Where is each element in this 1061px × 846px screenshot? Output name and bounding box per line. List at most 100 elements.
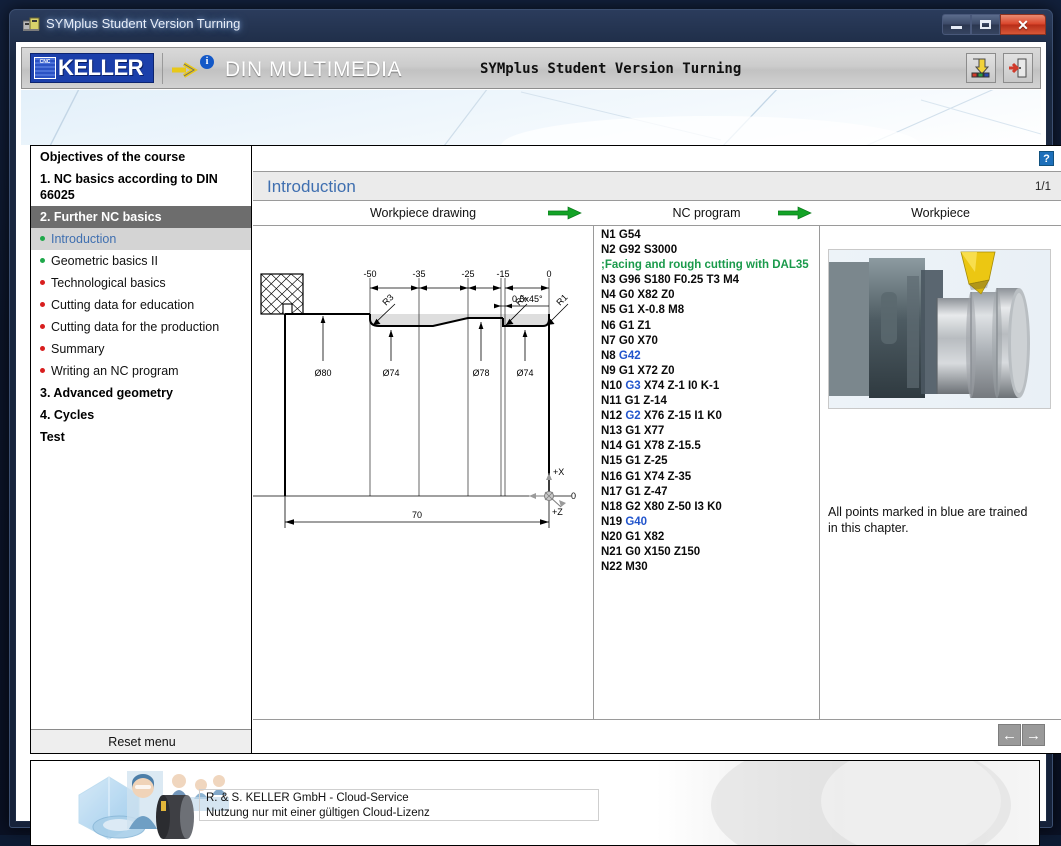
dim-z-2: -35 (412, 269, 425, 279)
footer-line-2: Nutzung nur mit einer gültigen Cloud-Liz… (206, 806, 592, 821)
sidebar-item-10[interactable]: 3. Advanced geometry (31, 382, 251, 404)
page-header: Introduction 1/1 (253, 171, 1061, 201)
dim-z-5: 0 (546, 269, 551, 279)
nc-line-number: N17 (601, 486, 622, 498)
product-title: SYMplus Student Version Turning (480, 61, 741, 77)
nc-line-number: N7 (601, 335, 616, 347)
nc-line-number: N16 (601, 471, 622, 483)
minimize-icon (951, 26, 962, 29)
sidebar-section-2[interactable]: 2. Further NC basics (31, 206, 251, 228)
nc-comment: ;Facing and rough cutting with DAL35 (601, 259, 809, 271)
cnc-badge-icon: CNC (34, 57, 56, 79)
window-controls: ✕ (942, 14, 1046, 35)
sidebar-item-1[interactable]: 1. NC basics according to DIN 66025 (31, 168, 251, 206)
window-title: SYMplus Student Version Turning (46, 16, 240, 31)
sidebar-item-11[interactable]: 4. Cycles (31, 404, 251, 426)
dim-overall-length: 70 (412, 510, 422, 520)
sidebar-item-label: Summary (51, 342, 104, 356)
nc-line-number: N9 (601, 365, 616, 377)
previous-page-button[interactable]: ← (998, 724, 1021, 746)
sidebar-item-writing-an-nc-program[interactable]: Writing an NC program (31, 360, 251, 382)
sidebar-item-cutting-data-for-education[interactable]: Cutting data for education (31, 294, 251, 316)
nc-line-number: N22 (601, 561, 622, 573)
workpiece-technical-drawing: -50 -35 -25 -15 0 (253, 226, 593, 606)
save-icon (970, 57, 992, 79)
save-button[interactable] (966, 53, 996, 83)
footer-line-1: R. & S. KELLER GmbH - Cloud-Service (206, 791, 592, 806)
bullet-icon (40, 346, 45, 351)
window-client-area: CNC KELLER i DIN MULTIMEDIA SYMplus Stud… (15, 41, 1047, 822)
reset-menu-button[interactable]: Reset menu (31, 729, 252, 753)
nc-program-line: N14 G1 X78 Z-15.5 (601, 439, 809, 454)
nc-program-line: ;Facing and rough cutting with DAL35 (601, 258, 809, 273)
minimize-button[interactable] (942, 14, 971, 35)
column-header-row: Workpiece drawing NC program Workpiece (253, 201, 1061, 226)
sidebar-item-summary[interactable]: Summary (31, 338, 251, 360)
page-navigation-bar: ← → (253, 719, 1061, 752)
workpiece-column: All points marked in blue are trained in… (820, 226, 1061, 720)
bullet-icon (40, 302, 45, 307)
maximize-icon (980, 20, 991, 29)
sidebar-item-introduction[interactable]: Introduction (31, 228, 251, 250)
nc-highlight-code: G3 (625, 380, 640, 392)
application-window: SYMplus Student Version Turning ✕ CNC KE… (9, 9, 1053, 828)
dim-z-3: -25 (461, 269, 474, 279)
nc-program-line: N20 G1 X82 (601, 530, 809, 545)
nc-line-number: N14 (601, 440, 622, 452)
close-icon: ✕ (1017, 18, 1029, 32)
nc-program-line: N22 M30 (601, 560, 809, 575)
axis-label-x: +X (553, 467, 564, 477)
nc-line-number: N13 (601, 425, 622, 437)
nc-line-number: N21 (601, 546, 622, 558)
header-toolbar (966, 53, 1033, 83)
sidebar-item-label: Writing an NC program (51, 364, 179, 378)
header-divider (162, 53, 163, 84)
sidebar-item-label: Technological basics (51, 276, 166, 290)
bullet-icon (40, 324, 45, 329)
sidebar-item-label: Cutting data for the production (51, 320, 219, 334)
sidebar-item-geometric-basics-ii[interactable]: Geometric basics II (31, 250, 251, 272)
exit-icon (1007, 57, 1029, 79)
maximize-button[interactable] (971, 14, 1000, 35)
nc-program-line: N13 G1 X77 (601, 424, 809, 439)
flow-arrow-icon-2 (778, 206, 812, 220)
sidebar-item-cutting-data-for-the-production[interactable]: Cutting data for the production (31, 316, 251, 338)
dim-z-1: -50 (363, 269, 376, 279)
exit-button[interactable] (1003, 53, 1033, 83)
sidebar-item-12[interactable]: Test (31, 426, 251, 448)
help-button[interactable]: ? (1039, 151, 1054, 166)
page-title: Introduction (267, 177, 356, 197)
info-icon[interactable]: i (200, 55, 214, 69)
app-icon (23, 17, 40, 33)
next-page-button[interactable]: → (1022, 724, 1045, 746)
nc-program-line: N12 G2 X76 Z-15 I1 K0 (601, 409, 809, 424)
nc-line-number: N6 (601, 320, 616, 332)
nc-program-line: N4 G0 X82 Z0 (601, 288, 809, 303)
nc-program-line: N8 G42 (601, 349, 809, 364)
nc-line-number: N20 (601, 531, 622, 543)
nc-line-number: N2 (601, 244, 616, 256)
nc-program-line: N16 G1 X74 Z-35 (601, 470, 809, 485)
origin-label: 0 (571, 491, 576, 501)
nc-program-line: N6 G1 Z1 (601, 319, 809, 334)
bullet-icon (40, 258, 45, 263)
window-title-bar: SYMplus Student Version Turning ✕ (10, 10, 1052, 40)
nc-highlight-code: G2 (625, 410, 640, 422)
footer-text-box: R. & S. KELLER GmbH - Cloud-Service Nutz… (199, 789, 599, 821)
nc-line-number: N10 (601, 380, 622, 392)
nc-program-line: N19 G40 (601, 515, 809, 530)
module-title: DIN MULTIMEDIA (225, 58, 402, 82)
dim-diameter-1: Ø80 (314, 368, 331, 378)
bullet-icon (40, 368, 45, 373)
nc-program-line: N9 G1 X72 Z0 (601, 364, 809, 379)
sidebar-item-technological-basics[interactable]: Technological basics (31, 272, 251, 294)
nc-program-line: N21 G0 X150 Z150 (601, 545, 809, 560)
lesson-panel: ? Introduction 1/1 Workpiece drawing NC … (251, 145, 1061, 754)
footer-banner: R. & S. KELLER GmbH - Cloud-Service Nutz… (30, 760, 1040, 846)
nc-line-number: N3 (601, 274, 616, 286)
sidebar-item-0[interactable]: Objectives of the course (31, 146, 251, 168)
nc-program-line: N15 G1 Z-25 (601, 454, 809, 469)
close-button[interactable]: ✕ (1000, 14, 1046, 35)
nc-highlight-code: G42 (619, 350, 641, 362)
nc-program-listing[interactable]: N1 G54N2 G92 S3000;Facing and rough cutt… (601, 228, 809, 575)
